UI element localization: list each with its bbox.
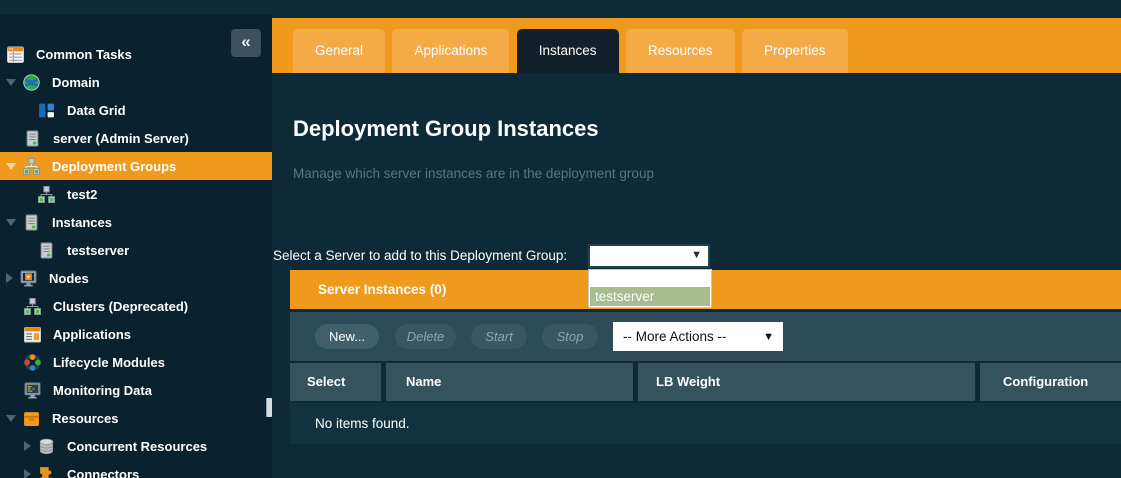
tab-applications[interactable]: Applications bbox=[392, 29, 509, 73]
sidebar-item-label: Deployment Groups bbox=[52, 159, 176, 174]
lifecycle-icon bbox=[24, 354, 41, 371]
new-button[interactable]: New... bbox=[315, 324, 379, 349]
column-header-lb-weight: LB Weight bbox=[638, 363, 975, 401]
sidebar-item-label: Resources bbox=[52, 411, 118, 426]
sidebar-item-label: Applications bbox=[53, 327, 131, 342]
sidebar-item-label: server (Admin Server) bbox=[53, 131, 189, 146]
database-icon bbox=[38, 438, 55, 455]
chevron-down-icon[interactable] bbox=[6, 415, 16, 422]
applications-window-icon bbox=[24, 326, 41, 343]
server-select[interactable]: ▼ bbox=[588, 244, 710, 268]
sidebar-item-server-admin[interactable]: server (Admin Server) bbox=[0, 124, 272, 152]
sidebar-item-instances[interactable]: Instances bbox=[0, 208, 272, 236]
add-server-label: Select a Server to add to this Deploymen… bbox=[273, 244, 567, 268]
sidebar-item-concurrent-resources[interactable]: Concurrent Resources bbox=[0, 432, 272, 460]
sidebar-item-label: Data Grid bbox=[67, 103, 126, 118]
main-content: Deployment Group Instances Manage which … bbox=[272, 73, 1121, 478]
sidebar-item-connectors[interactable]: Connectors bbox=[0, 460, 272, 478]
column-header-name: Name bbox=[386, 363, 633, 401]
page-title: Deployment Group Instances bbox=[293, 116, 599, 142]
empty-table-message: No items found. bbox=[290, 403, 1121, 444]
sidebar-item-label: Domain bbox=[52, 75, 100, 90]
tab-general[interactable]: General bbox=[293, 29, 385, 73]
sidebar-item-label: Common Tasks bbox=[36, 47, 132, 62]
chevron-down-icon[interactable] bbox=[6, 79, 16, 86]
server-icon bbox=[24, 130, 41, 147]
common-tasks-icon bbox=[7, 46, 24, 63]
sidebar-item-label: testserver bbox=[67, 243, 129, 258]
server-instances-title: Server Instances (0) bbox=[318, 282, 446, 297]
stop-button[interactable]: Stop bbox=[542, 324, 598, 349]
tab-properties[interactable]: Properties bbox=[742, 29, 848, 73]
sidebar-item-label: Instances bbox=[52, 215, 112, 230]
sidebar-item-data-grid[interactable]: Data Grid bbox=[0, 96, 272, 124]
more-actions-select[interactable]: -- More Actions -- ▼ bbox=[613, 322, 783, 351]
cluster-tree-icon bbox=[23, 158, 40, 175]
sidebar-item-test2[interactable]: test2 bbox=[0, 180, 272, 208]
chevron-down-icon: ▼ bbox=[763, 323, 774, 352]
sidebar-item-label: Nodes bbox=[49, 271, 89, 286]
server-select-dropdown: testserver bbox=[588, 269, 712, 308]
connector-puzzle-icon bbox=[38, 466, 55, 478]
sidebar-item-domain[interactable]: Domain bbox=[0, 68, 272, 96]
dropdown-option-blank[interactable] bbox=[590, 271, 710, 287]
chevron-right-icon[interactable] bbox=[24, 441, 31, 451]
sidebar-item-label: Connectors bbox=[67, 467, 139, 478]
sidebar-item-resources[interactable]: Resources bbox=[0, 404, 272, 432]
table-header-row: Select Name LB Weight Configuration bbox=[290, 363, 1121, 401]
sidebar: « Common Tasks Domain Data Grid bbox=[0, 14, 272, 478]
chevron-right-icon[interactable] bbox=[6, 273, 13, 283]
server-icon bbox=[23, 214, 40, 231]
page-subtitle: Manage which server instances are in the… bbox=[293, 166, 654, 181]
sidebar-item-label: Clusters (Deprecated) bbox=[53, 299, 188, 314]
chevron-down-icon: ▼ bbox=[691, 249, 702, 261]
sidebar-item-label: test2 bbox=[67, 187, 97, 202]
sidebar-item-lifecycle-modules[interactable]: Lifecycle Modules bbox=[0, 348, 272, 376]
sidebar-item-label: Concurrent Resources bbox=[67, 439, 207, 454]
sidebar-item-nodes[interactable]: Nodes bbox=[0, 264, 272, 292]
column-header-select: Select bbox=[290, 363, 381, 401]
tab-instances[interactable]: Instances bbox=[517, 29, 619, 73]
tab-resources[interactable]: Resources bbox=[626, 29, 735, 73]
sidebar-item-common-tasks[interactable]: Common Tasks bbox=[0, 40, 272, 68]
chevron-right-icon[interactable] bbox=[24, 469, 31, 478]
sidebar-item-clusters[interactable]: Clusters (Deprecated) bbox=[0, 292, 272, 320]
table-toolbar: New... Delete Start Stop -- More Actions… bbox=[290, 312, 1121, 361]
sidebar-item-testserver[interactable]: testserver bbox=[0, 236, 272, 264]
chevron-down-icon[interactable] bbox=[6, 219, 16, 226]
sidebar-item-deployment-groups[interactable]: Deployment Groups bbox=[0, 152, 272, 180]
nodes-monitor-icon bbox=[20, 270, 37, 287]
cluster-tree-icon bbox=[38, 186, 55, 203]
chevron-down-icon[interactable] bbox=[6, 163, 16, 170]
sidebar-nav: Common Tasks Domain Data Grid server (Ad… bbox=[0, 40, 272, 478]
start-button[interactable]: Start bbox=[471, 324, 527, 349]
sidebar-item-monitoring-data[interactable]: Monitoring Data bbox=[0, 376, 272, 404]
data-grid-icon bbox=[38, 102, 55, 119]
dropdown-option-testserver[interactable]: testserver bbox=[590, 287, 710, 306]
delete-button[interactable]: Delete bbox=[395, 324, 456, 349]
sidebar-item-applications[interactable]: Applications bbox=[0, 320, 272, 348]
tab-bar: General Applications Instances Resources… bbox=[272, 18, 1121, 73]
resources-box-icon bbox=[23, 410, 40, 427]
column-header-configuration: Configuration bbox=[980, 363, 1121, 401]
globe-icon bbox=[23, 74, 40, 91]
server-icon bbox=[38, 242, 55, 259]
cluster-tree-icon bbox=[24, 298, 41, 315]
more-actions-value: -- More Actions -- bbox=[623, 329, 727, 344]
sidebar-item-label: Lifecycle Modules bbox=[53, 355, 165, 370]
sidebar-item-label: Monitoring Data bbox=[53, 383, 152, 398]
monitoring-icon bbox=[24, 382, 41, 399]
